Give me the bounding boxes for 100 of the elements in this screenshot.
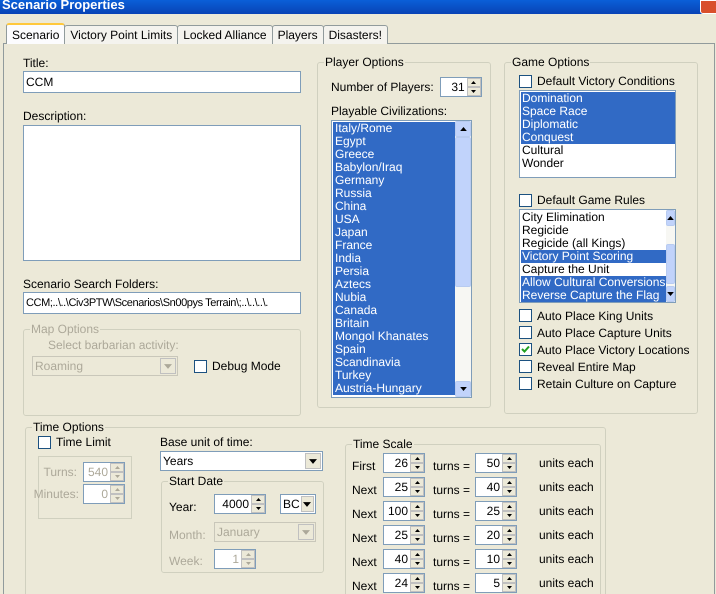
list-item[interactable]: Reverse Capture the Flag	[521, 289, 666, 302]
spin-field[interactable]: 40	[383, 549, 425, 569]
checkbox-label[interactable]: Auto Place King Units	[537, 306, 654, 324]
search-folders-field[interactable]: CCM;..\..\Civ3PTW\Scenarios\Sn00pys Terrain\;..\..\..\.	[23, 292, 301, 314]
list-item[interactable]: Britain	[333, 317, 455, 330]
list-item[interactable]: Scandinavia	[333, 356, 455, 369]
down-arrow-icon[interactable]	[414, 562, 420, 565]
spin-field[interactable]: 20	[475, 525, 517, 545]
spin-field[interactable]: 5	[475, 573, 517, 593]
up-arrow-icon[interactable]	[256, 498, 260, 501]
up-arrow-icon[interactable]	[414, 553, 420, 556]
checkbox[interactable]	[38, 436, 51, 448]
list-item[interactable]: Babylon/Iraq	[333, 161, 455, 174]
title-field[interactable]: CCM	[23, 71, 301, 93]
list-item[interactable]: Spain	[333, 343, 455, 356]
checkbox-label[interactable]: Default Victory Conditions	[537, 72, 675, 90]
down-arrow-icon[interactable]	[414, 466, 420, 469]
checkbox-label[interactable]: Auto Place Victory Locations	[537, 340, 690, 358]
down-arrow-icon[interactable]	[506, 490, 512, 493]
scrollbar[interactable]	[666, 210, 675, 302]
checkbox-label[interactable]: Auto Place Capture Units	[537, 324, 672, 342]
up-arrow-icon[interactable]	[414, 481, 420, 484]
checkbox[interactable]	[519, 377, 532, 390]
base-unit-dropdown[interactable]: Years	[160, 451, 323, 471]
up-arrow-icon[interactable]	[471, 81, 476, 84]
close-button[interactable]	[700, 0, 716, 14]
spin-field[interactable]: 25	[475, 501, 517, 521]
spin-field[interactable]: 4000	[214, 494, 266, 514]
list-item[interactable]: Regicide	[521, 224, 666, 237]
down-arrow-icon[interactable]	[460, 387, 466, 391]
description-field[interactable]	[23, 125, 301, 261]
up-arrow-icon[interactable]	[460, 127, 466, 131]
spin-field[interactable]: 26	[383, 453, 425, 473]
list-box[interactable]: Domination Space Race Diplomatic Conquest Cultural Wonder	[519, 90, 676, 178]
up-arrow-icon[interactable]	[506, 529, 512, 532]
list-item[interactable]: France	[333, 239, 455, 252]
list-item[interactable]: India	[333, 252, 455, 265]
list-item[interactable]: Cultural	[521, 144, 675, 157]
list-item[interactable]: China	[333, 200, 455, 213]
checkbox[interactable]	[519, 74, 532, 88]
list-item[interactable]: Domination	[521, 92, 675, 105]
tab[interactable]: Disasters!	[322, 25, 388, 44]
list-item[interactable]: Austria-Hungary	[333, 382, 455, 395]
list-item[interactable]: Nubia	[333, 291, 455, 304]
down-arrow-icon[interactable]	[414, 514, 420, 517]
down-arrow-icon[interactable]	[414, 586, 420, 589]
up-arrow-icon[interactable]	[414, 457, 420, 460]
tab[interactable]: Victory Point Limits	[64, 25, 178, 44]
list-item[interactable]: Wonder	[521, 157, 675, 170]
up-arrow-icon[interactable]	[506, 505, 512, 508]
era-dropdown[interactable]: BC	[280, 494, 316, 514]
down-arrow-icon[interactable]	[506, 466, 512, 469]
caret-icon[interactable]	[309, 458, 317, 464]
list-item[interactable]: Canada	[333, 304, 455, 317]
down-arrow-icon[interactable]	[414, 490, 420, 493]
list-item[interactable]: Space Race	[521, 105, 675, 118]
up-arrow-icon[interactable]	[506, 577, 512, 580]
up-arrow-icon[interactable]	[506, 553, 512, 556]
spin-field[interactable]: 25	[383, 477, 425, 497]
list-item[interactable]: Victory Point Scoring	[521, 250, 666, 263]
list-item[interactable]: Germany	[333, 174, 455, 187]
tab[interactable]: Players	[272, 25, 324, 44]
spin-field[interactable]: 50	[475, 453, 517, 473]
down-arrow-icon[interactable]	[506, 586, 512, 589]
down-arrow-icon[interactable]	[414, 538, 420, 541]
down-arrow-icon[interactable]	[506, 514, 512, 517]
spin-field[interactable]: 10	[475, 549, 517, 569]
list-item[interactable]: Diplomatic	[521, 118, 675, 131]
up-arrow-icon[interactable]	[414, 505, 420, 508]
checkbox[interactable]	[519, 343, 532, 356]
list-item[interactable]: Turkey	[333, 369, 455, 382]
list-item[interactable]: Conquest	[521, 131, 675, 144]
list-item[interactable]: USA	[333, 213, 455, 226]
up-arrow-icon[interactable]	[667, 216, 674, 220]
list-box[interactable]: Italy/Rome Egypt Greece Babylon/Iraq Germany Russia China USA Japan France India Persia Aztecs Nubia Canada Britain Mongol Khanates Spain Scandinavia Turkey Austria-Hungary	[331, 120, 472, 398]
list-box[interactable]: City Elimination Regicide Regicide (all Kings) Victory Point Scoring Capture the Unit Allow Cultural Conversions Reverse Capture the Flag	[519, 209, 676, 303]
spin-field[interactable]: 40	[475, 477, 517, 497]
up-arrow-icon[interactable]	[506, 457, 512, 460]
list-item[interactable]: Allow Cultural Conversions	[521, 276, 666, 289]
up-arrow-icon[interactable]	[414, 577, 420, 580]
down-arrow-icon[interactable]	[667, 292, 674, 296]
down-arrow-icon[interactable]	[256, 507, 260, 510]
list-item[interactable]: Japan	[333, 226, 455, 239]
list-item[interactable]: City Elimination	[521, 211, 666, 224]
spin-field[interactable]: 25	[383, 525, 425, 545]
list-item[interactable]: Persia	[333, 265, 455, 278]
tab[interactable]: Scenario	[6, 23, 66, 44]
list-item[interactable]: Russia	[333, 187, 455, 200]
scrollbar[interactable]	[455, 121, 471, 397]
tab[interactable]: Locked Alliance	[177, 25, 273, 44]
checkbox[interactable]	[519, 194, 532, 206]
down-arrow-icon[interactable]	[506, 562, 512, 565]
spin-field[interactable]: 31	[440, 77, 482, 97]
list-item[interactable]: Greece	[333, 148, 455, 161]
list-item[interactable]: Aztecs	[333, 278, 455, 291]
down-arrow-icon[interactable]	[506, 538, 512, 541]
checkbox[interactable]	[519, 360, 532, 373]
list-item[interactable]: Regicide (all Kings)	[521, 237, 666, 250]
down-arrow-icon[interactable]	[471, 90, 476, 93]
list-item[interactable]: Egypt	[333, 135, 455, 148]
